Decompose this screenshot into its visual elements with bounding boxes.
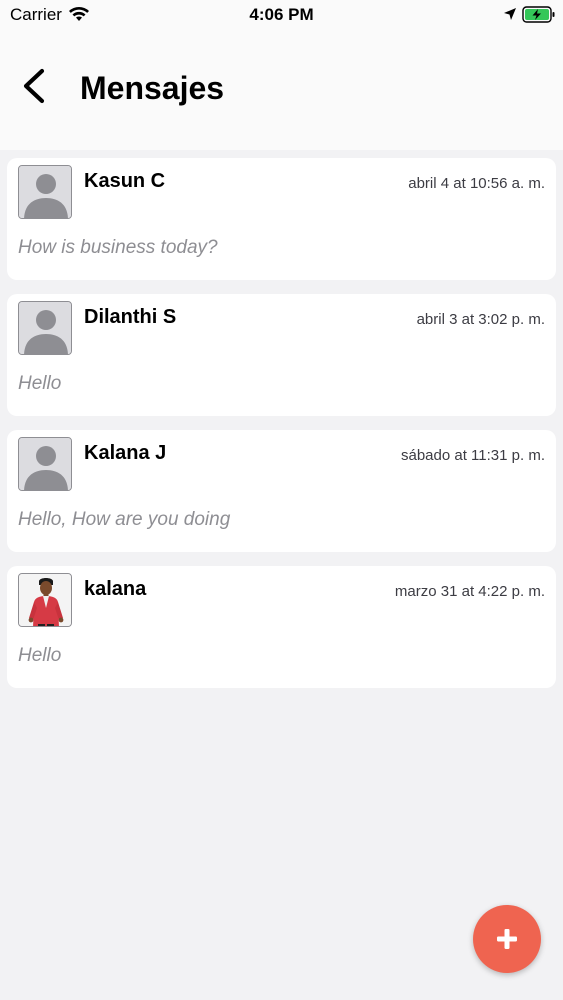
message-timestamp: sábado at 11:31 p. m.: [401, 447, 545, 464]
chevron-left-icon[interactable]: [20, 68, 48, 109]
conversation-list: Kasun C abril 4 at 10:56 a. m. How is bu…: [7, 158, 556, 702]
contact-name: Kalana J: [84, 442, 167, 464]
person-placeholder-icon: [19, 438, 71, 490]
avatar: [18, 301, 72, 355]
contact-name: Kasun C: [84, 170, 166, 192]
new-message-button[interactable]: [473, 905, 541, 973]
message-preview: How is business today?: [18, 237, 218, 258]
conversation-item[interactable]: Dilanthi S abril 3 at 3:02 p. m. Hello: [7, 294, 556, 416]
message-timestamp: abril 3 at 3:02 p. m.: [416, 311, 545, 328]
status-time: 4:06 PM: [249, 5, 314, 24]
message-timestamp: abril 4 at 10:56 a. m.: [408, 175, 545, 192]
page-title: Mensajes: [80, 70, 225, 106]
plus-icon: [497, 929, 517, 949]
conversation-item[interactable]: Kalana J sábado at 11:31 p. m. Hello, Ho…: [7, 430, 556, 552]
battery-charging-icon: [522, 6, 556, 29]
contact-name: kalana: [84, 578, 147, 600]
message-preview: Hello: [18, 373, 62, 394]
person-placeholder-icon: [19, 166, 71, 218]
person-placeholder-icon: [19, 302, 71, 354]
contact-name: Dilanthi S: [84, 306, 177, 328]
avatar: [18, 165, 72, 219]
user-photo: [19, 574, 71, 626]
avatar: [18, 573, 72, 627]
avatar: [18, 437, 72, 491]
message-timestamp: marzo 31 at 4:22 p. m.: [394, 583, 545, 600]
navigation-bar: Mensajes: [0, 30, 563, 150]
status-bar: Carrier 4:06 PM: [0, 0, 563, 30]
conversation-item[interactable]: kalana marzo 31 at 4:22 p. m. Hello: [7, 566, 556, 688]
conversation-item[interactable]: Kasun C abril 4 at 10:56 a. m. How is bu…: [7, 158, 556, 280]
message-preview: Hello: [18, 645, 62, 666]
message-preview: Hello, How are you doing: [18, 509, 231, 530]
location-arrow-icon: [503, 7, 517, 26]
